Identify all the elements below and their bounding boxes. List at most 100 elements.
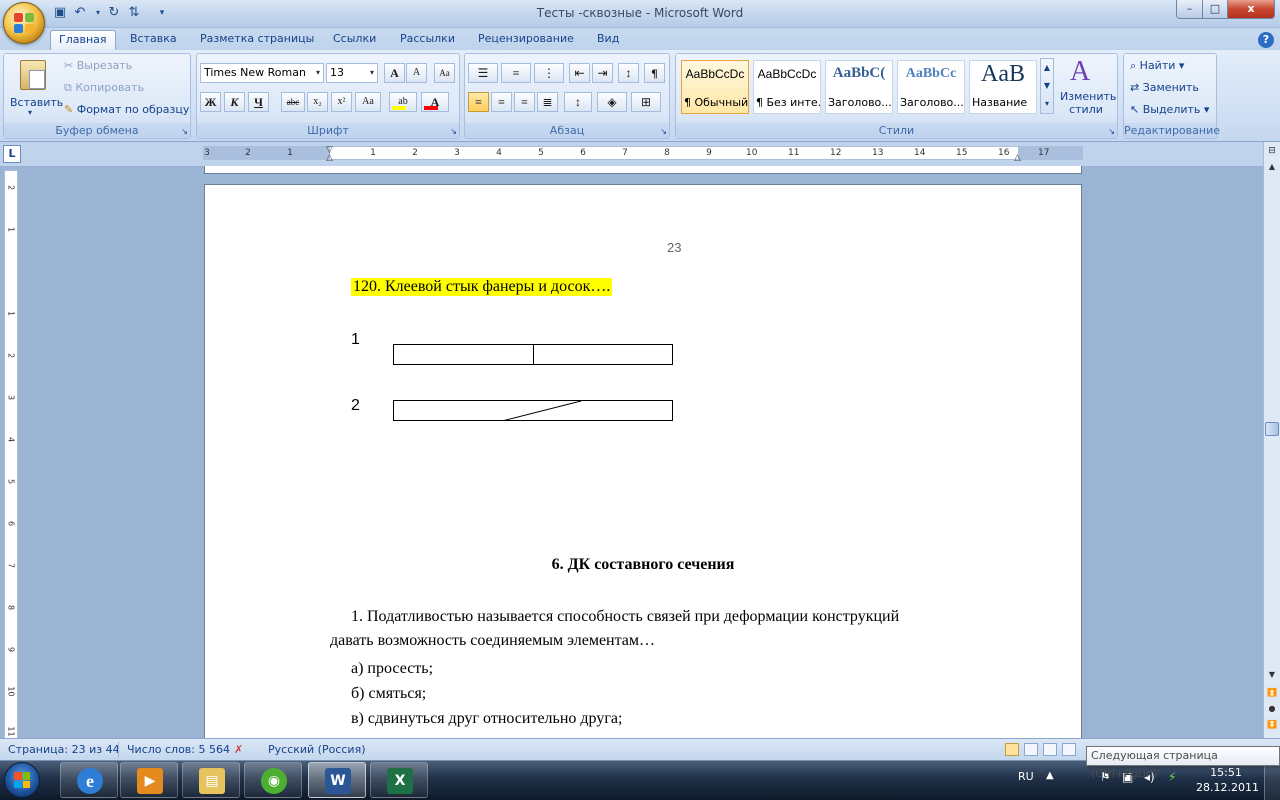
full-screen-view-icon[interactable] bbox=[1024, 743, 1038, 756]
increase-indent-icon[interactable]: ⇥ bbox=[592, 63, 613, 83]
style-heading-2[interactable]: AaBbCc Заголово... bbox=[897, 60, 965, 114]
show-hidden-icons-icon[interactable]: ▲ bbox=[1046, 770, 1054, 781]
minimize-button[interactable]: – bbox=[1176, 0, 1203, 19]
superscript-button[interactable]: x² bbox=[331, 92, 352, 112]
borders-icon[interactable]: ⊞ bbox=[631, 92, 661, 112]
style-no-spacing[interactable]: AaBbCcDc ¶ Без инте... bbox=[753, 60, 821, 114]
styles-scroll[interactable]: ▲ ▼ ▾ bbox=[1040, 58, 1054, 114]
scroll-up-icon[interactable]: ▲ bbox=[1265, 162, 1279, 171]
format-painter-button[interactable]: ✎ Формат по образцу bbox=[64, 101, 189, 119]
clock[interactable]: 15:51 28.12.2011 bbox=[1196, 765, 1259, 795]
input-language[interactable]: RU bbox=[1018, 770, 1034, 783]
scrollbar-thumb[interactable] bbox=[1265, 422, 1279, 436]
taskbar-network-app[interactable]: ◉ bbox=[244, 762, 302, 798]
question-1-line-2: давать возможность соединяемым элементам… bbox=[330, 632, 656, 649]
spelling-check-icon[interactable]: ✗ bbox=[234, 739, 243, 761]
select-button[interactable]: ↖ Выделить ▾ bbox=[1130, 101, 1209, 119]
tab-mailings[interactable]: Рассылки bbox=[392, 30, 463, 50]
justify-icon[interactable]: ≣ bbox=[537, 92, 558, 112]
word-count[interactable]: Число слов: 5 564 bbox=[127, 739, 230, 761]
previous-page-icon[interactable]: ⏫ bbox=[1265, 688, 1279, 697]
change-styles-button[interactable]: A Изменить стили bbox=[1058, 56, 1116, 120]
grow-font-button[interactable]: A bbox=[384, 63, 405, 83]
right-indent-marker[interactable]: △ bbox=[1014, 153, 1021, 163]
subscript-button[interactable]: x₂ bbox=[307, 92, 328, 112]
ruler-number: 1 bbox=[6, 226, 16, 233]
taskbar-word[interactable]: W bbox=[308, 762, 366, 798]
style-normal[interactable]: AaBbCcDc ¶ Обычный bbox=[681, 60, 749, 114]
underline-button[interactable]: Ч bbox=[248, 92, 269, 112]
maximize-button[interactable]: □ bbox=[1202, 0, 1228, 19]
decrease-indent-icon[interactable]: ⇤ bbox=[569, 63, 590, 83]
show-marks-icon[interactable]: ¶ bbox=[644, 63, 665, 83]
tab-references[interactable]: Ссылки bbox=[325, 30, 384, 50]
help-icon[interactable]: ? bbox=[1258, 32, 1274, 48]
left-indent-marker[interactable]: △ bbox=[326, 153, 333, 163]
browse-object-icon[interactable]: ● bbox=[1265, 704, 1279, 713]
clear-formatting-icon[interactable]: Aa bbox=[434, 63, 455, 83]
power-icon[interactable]: ⚡ bbox=[1168, 770, 1176, 784]
start-button[interactable] bbox=[4, 762, 40, 798]
align-center-icon[interactable]: ≡ bbox=[491, 92, 512, 112]
highlight-button[interactable]: ab bbox=[389, 92, 417, 112]
vertical-ruler[interactable]: 2 1 1 2 3 4 5 6 7 8 9 10 11 bbox=[4, 170, 18, 740]
shrink-font-button[interactable]: A bbox=[406, 63, 427, 83]
vertical-scrollbar[interactable]: ⊟ ▲ ▼ ⏫ ● ⏬ bbox=[1263, 142, 1280, 738]
font-size-combo[interactable]: 13 ▾ bbox=[326, 63, 378, 83]
bullets-icon[interactable]: ☰ bbox=[468, 63, 498, 83]
font-launcher-icon[interactable]: ↘ bbox=[450, 127, 457, 136]
language-indicator[interactable]: Русский (Россия) bbox=[268, 739, 366, 761]
tab-insert[interactable]: Вставка bbox=[122, 30, 185, 50]
replace-icon: ⇄ bbox=[1130, 81, 1143, 94]
change-case-button[interactable]: Aa bbox=[355, 92, 381, 112]
style-title[interactable]: AaB Название bbox=[969, 60, 1037, 114]
ruler-toggle-icon[interactable]: ⊟ bbox=[1265, 146, 1279, 156]
tab-page-layout[interactable]: Разметка страницы bbox=[192, 30, 322, 50]
style-name: ¶ Без инте... bbox=[756, 96, 820, 109]
shading-icon[interactable]: ◈ bbox=[597, 92, 627, 112]
find-button[interactable]: ⌕ Найти ▾ bbox=[1130, 57, 1184, 75]
tab-view[interactable]: Вид bbox=[589, 30, 627, 50]
taskbar-explorer[interactable]: ▤ bbox=[182, 762, 240, 798]
paragraph-group-label: Абзац bbox=[465, 123, 669, 138]
taskbar-internet-explorer[interactable]: e bbox=[60, 762, 118, 798]
clipboard-launcher-icon[interactable]: ↘ bbox=[181, 127, 188, 136]
bold-button[interactable]: Ж bbox=[200, 92, 221, 112]
numbering-icon[interactable]: ≡ bbox=[501, 63, 531, 83]
sort-icon[interactable]: ↕ bbox=[618, 63, 639, 83]
scroll-down-icon[interactable]: ▼ bbox=[1265, 670, 1279, 679]
multilevel-list-icon[interactable]: ⋮ bbox=[534, 63, 564, 83]
align-right-icon[interactable]: ≡ bbox=[514, 92, 535, 112]
align-left-icon[interactable]: ≡ bbox=[468, 92, 489, 112]
line-spacing-icon[interactable]: ↕ bbox=[564, 92, 592, 112]
font-color-button[interactable]: A bbox=[421, 92, 449, 112]
tab-home[interactable]: Главная bbox=[50, 30, 116, 50]
taskbar-media-player[interactable]: ▶ bbox=[120, 762, 178, 798]
copy-button[interactable]: ⧉ Копировать bbox=[64, 79, 144, 97]
taskbar-excel[interactable]: X bbox=[370, 762, 428, 798]
page-count[interactable]: Страница: 23 из 44 bbox=[8, 739, 120, 761]
strikethrough-button[interactable]: abc bbox=[281, 92, 305, 112]
ruler-number: 10 bbox=[6, 686, 16, 697]
cut-button[interactable]: ✂ Вырезать bbox=[64, 57, 132, 75]
next-page-icon[interactable]: ⏬ bbox=[1265, 720, 1279, 729]
close-button[interactable]: x bbox=[1227, 0, 1275, 19]
replace-button[interactable]: ⇄ Заменить bbox=[1130, 79, 1199, 97]
styles-launcher-icon[interactable]: ↘ bbox=[1108, 127, 1115, 136]
office-button[interactable] bbox=[3, 2, 45, 44]
italic-button[interactable]: К bbox=[224, 92, 245, 112]
paste-button[interactable]: Вставить ▾ bbox=[8, 56, 63, 122]
tab-review[interactable]: Рецензирование bbox=[470, 30, 582, 50]
document-page[interactable]: 23 120. Клеевой стык фанеры и досок…. 1 … bbox=[204, 184, 1082, 744]
ruler-number: 2 bbox=[6, 352, 16, 359]
print-layout-view-icon[interactable] bbox=[1005, 743, 1019, 756]
horizontal-ruler[interactable]: 3 2 1 1 2 3 4 5 6 7 8 9 10 11 12 13 14 1… bbox=[203, 145, 1083, 163]
network-app-icon: ◉ bbox=[261, 768, 287, 794]
font-name-combo[interactable]: Times New Roman ▾ bbox=[200, 63, 324, 83]
paragraph-launcher-icon[interactable]: ↘ bbox=[660, 127, 667, 136]
web-layout-view-icon[interactable] bbox=[1043, 743, 1057, 756]
show-desktop-button[interactable] bbox=[1264, 760, 1280, 800]
style-heading-1[interactable]: AaBbC( Заголово... bbox=[825, 60, 893, 114]
tab-selector-button[interactable]: L bbox=[3, 145, 21, 163]
outline-view-icon[interactable] bbox=[1062, 743, 1076, 756]
